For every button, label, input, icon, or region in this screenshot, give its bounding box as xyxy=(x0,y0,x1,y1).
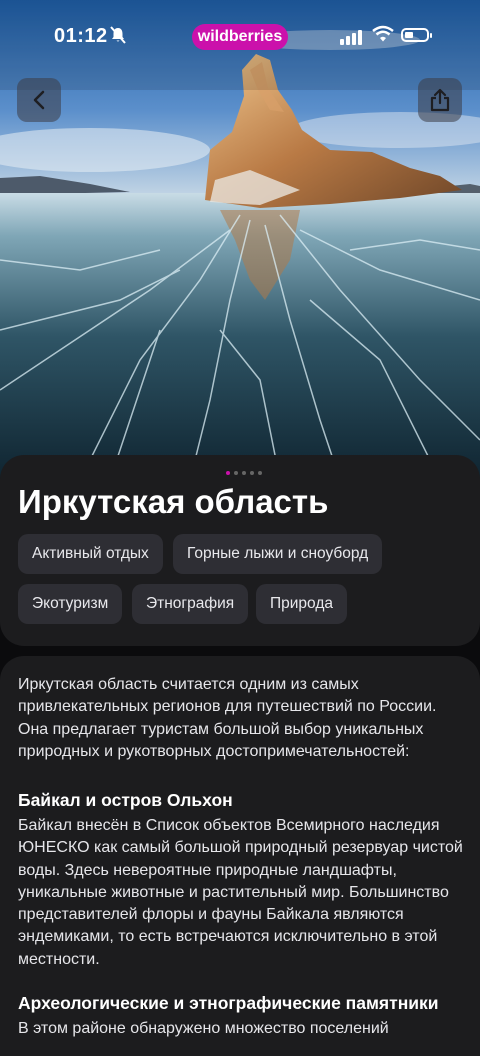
article-intro: Иркутская область считается одним из сам… xyxy=(18,676,437,760)
carousel-dot[interactable] xyxy=(242,471,246,475)
status-bar: 01:12 wildberries xyxy=(0,22,480,52)
bell-slash-icon xyxy=(110,26,126,49)
tag-chip[interactable]: Природа xyxy=(256,584,347,624)
back-button[interactable] xyxy=(17,78,61,122)
section-text: В этом районе обнаружено множество посел… xyxy=(18,1020,389,1037)
page-title: Иркутская область xyxy=(18,483,329,520)
signal-icon xyxy=(340,29,364,45)
region-card: Иркутская область Активный отдых Горные … xyxy=(0,455,480,646)
carousel-dot[interactable] xyxy=(226,471,230,475)
section-text: Байкал внесён в Список объектов Всемирно… xyxy=(18,817,463,968)
section-heading: Археологические и этнографические памятн… xyxy=(18,993,439,1013)
carousel-pagination xyxy=(226,471,262,475)
tag-chip[interactable]: Этнография xyxy=(132,584,249,624)
article-card: Иркутская область считается одним из сам… xyxy=(0,656,480,1056)
wifi-icon xyxy=(372,25,394,43)
brand-badge: wildberries xyxy=(192,24,288,50)
carousel-dot[interactable] xyxy=(250,471,254,475)
carousel-dot[interactable] xyxy=(258,471,262,475)
lake-baikal-photo xyxy=(0,0,480,480)
tag-chip[interactable]: Экотуризм xyxy=(18,584,123,624)
carousel-dot[interactable] xyxy=(234,471,238,475)
share-icon xyxy=(430,88,450,112)
tag-chip[interactable]: Горные лыжи и сноуборд xyxy=(173,534,383,574)
battery-icon xyxy=(401,28,432,42)
hero-image xyxy=(0,0,480,480)
tag-chip[interactable]: Активный отдых xyxy=(18,534,163,574)
status-time: 01:12 xyxy=(54,25,108,47)
share-button[interactable] xyxy=(418,78,462,122)
section-heading: Байкал и остров Ольхон xyxy=(18,790,233,810)
chevron-left-icon xyxy=(33,90,45,110)
